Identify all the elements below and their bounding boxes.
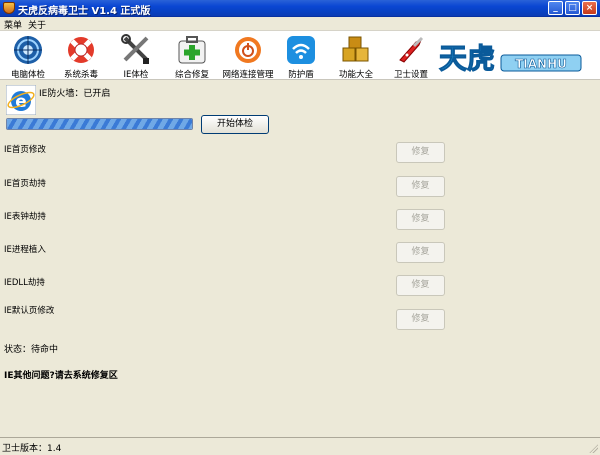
version-label: 卫士版本：1.4 [2,444,62,454]
fix-button-dll-hijack[interactable]: 修复 [396,275,445,296]
lifebuoy-icon [68,37,94,63]
medkit-icon [178,36,206,64]
window-title: 天虎反病毒卫士 V1.4 正式版 [18,6,151,17]
tool-label: 网络连接管理 [222,70,274,80]
tool-shield[interactable]: 防护盾 [273,33,329,80]
svg-text:TIANHU: TIANHU [515,57,567,71]
tool-network[interactable]: 网络连接管理 [220,33,276,80]
start-scan-button[interactable]: 开始体检 [201,115,269,134]
scan-progress-bar [6,118,193,130]
progress-fill [7,119,192,129]
check-table-hijack: IE表钟劫持 [4,212,46,222]
svg-text:天虎: 天虎 [439,42,495,75]
tianhu-logo: 天虎 TIANHU [437,38,583,75]
knife-icon [399,36,424,63]
wifi-icon [287,36,315,64]
firewall-status: IE防火墙：已开启 [39,89,111,99]
tools-icon [121,34,149,64]
fix-button-default-page[interactable]: 修复 [396,309,445,330]
app-shield-icon [3,2,15,14]
tool-label: 防护盾 [288,70,314,80]
check-dll-hijack: IEDLL劫持 [4,278,45,288]
tool-repair[interactable]: 综合修复 [164,33,220,80]
tool-features[interactable]: 功能大全 [328,33,384,80]
check-home-modify: IE首页修改 [4,145,46,155]
tool-label: 功能大全 [338,70,373,80]
status-text: 状态：待命中 [4,345,59,355]
close-button[interactable]: × [582,1,597,15]
blocks-icon [342,36,369,62]
main-panel: e IE防火墙：已开启 开始体检 IE首页修改 修复 IE首页劫持 修复 IE表… [0,81,600,437]
tool-antivirus[interactable]: 系统杀毒 [53,33,109,80]
tool-label: 卫士设置 [393,70,428,80]
minimize-button[interactable]: _ [548,1,563,15]
fix-button-home-hijack[interactable]: 修复 [396,176,445,197]
check-process-inject: IE进程植入 [4,245,46,255]
check-home-hijack: IE首页劫持 [4,179,46,189]
tool-label: 综合修复 [174,70,209,80]
check-default-page: IE默认页修改 [4,306,55,316]
tool-label: 系统杀毒 [63,70,98,80]
tool-pc-checkup[interactable]: 电脑体检 [0,33,56,80]
tool-label: 电脑体检 [10,70,45,80]
fix-button-process-inject[interactable]: 修复 [396,242,445,263]
resize-grip[interactable] [588,443,598,453]
tool-label: IE体检 [123,70,149,80]
tool-settings[interactable]: 卫士设置 [383,33,439,80]
fix-button-home-modify[interactable]: 修复 [396,142,445,163]
toolbar: 电脑体检 系统杀毒 IE体检 综合修复 网络连接管理 防护盾 功能大全 卫士设置… [0,30,600,80]
maximize-button[interactable]: □ [565,1,580,15]
globe-icon [14,36,42,64]
power-icon [235,37,261,63]
tool-ie-check[interactable]: IE体检 [108,33,164,80]
menu-bar: 菜单 关于 [0,17,600,31]
status-bar: 卫士版本：1.4 [0,437,600,455]
fix-button-table-hijack[interactable]: 修复 [396,209,445,230]
system-repair-hint[interactable]: IE其他问题?请去系统修复区 [4,368,118,381]
ie-logo-icon: e [6,85,36,115]
title-bar: 天虎反病毒卫士 V1.4 正式版 _ □ × [0,0,600,17]
